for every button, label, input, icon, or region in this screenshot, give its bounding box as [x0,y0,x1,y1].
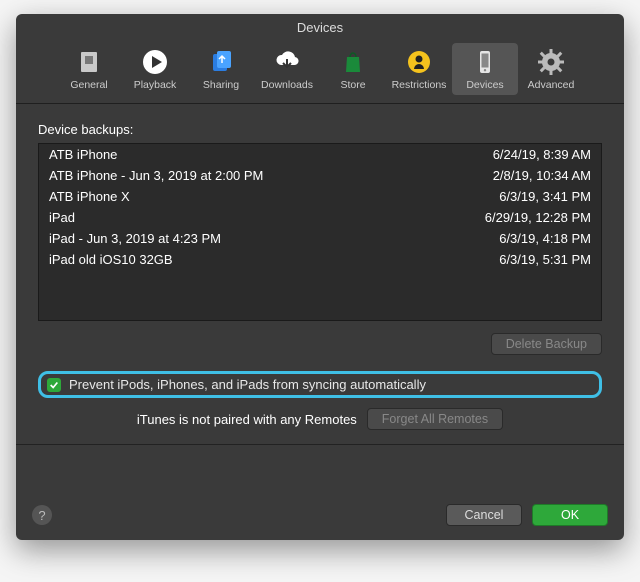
bag-icon [338,47,368,77]
table-row[interactable]: iPad old iOS10 32GB 6/3/19, 5:31 PM [39,249,601,270]
window-title: Devices [16,14,624,39]
tab-sharing[interactable]: Sharing [188,43,254,95]
toolbar-label: Sharing [203,79,239,91]
content-area: Device backups: ATB iPhone 6/24/19, 8:39… [16,104,624,494]
device-backups-label: Device backups: [38,122,602,137]
toolbar-label: Advanced [528,79,575,91]
toolbar-label: Devices [466,79,503,91]
ok-button[interactable]: OK [532,504,608,526]
footer: ? Cancel OK [16,494,624,540]
backup-date: 6/24/19, 8:39 AM [493,147,591,162]
toolbar: General Playback Sharing Downloads Store [16,39,624,104]
table-row[interactable]: ATB iPhone X 6/3/19, 3:41 PM [39,186,601,207]
help-button[interactable]: ? [32,505,52,525]
remotes-row: iTunes is not paired with any Remotes Fo… [38,408,602,430]
prevent-sync-label: Prevent iPods, iPhones, and iPads from s… [69,377,426,392]
sharing-icon [206,47,236,77]
backup-name: ATB iPhone - Jun 3, 2019 at 2:00 PM [49,168,263,183]
prevent-sync-row[interactable]: Prevent iPods, iPhones, and iPads from s… [38,371,602,398]
backup-name: iPad [49,210,75,225]
cloud-download-icon [272,47,302,77]
backup-date: 6/29/19, 12:28 PM [485,210,591,225]
backup-date: 6/3/19, 4:18 PM [499,231,591,246]
tab-general[interactable]: General [56,43,122,95]
backup-date: 6/3/19, 3:41 PM [499,189,591,204]
restrictions-icon [404,47,434,77]
backups-list[interactable]: ATB iPhone 6/24/19, 8:39 AM ATB iPhone -… [38,143,602,321]
general-icon [74,47,104,77]
cancel-button[interactable]: Cancel [446,504,522,526]
table-row[interactable]: iPad - Jun 3, 2019 at 4:23 PM 6/3/19, 4:… [39,228,601,249]
toolbar-label: Playback [134,79,177,91]
table-row[interactable]: ATB iPhone 6/24/19, 8:39 AM [39,144,601,165]
divider [16,444,624,445]
toolbar-label: Restrictions [392,79,447,91]
table-row[interactable]: iPad 6/29/19, 12:28 PM [39,207,601,228]
toolbar-label: Store [340,79,365,91]
toolbar-label: Downloads [261,79,313,91]
device-icon [470,47,500,77]
gear-icon [536,47,566,77]
toolbar-label: General [70,79,107,91]
table-row[interactable]: ATB iPhone - Jun 3, 2019 at 2:00 PM 2/8/… [39,165,601,186]
remotes-status: iTunes is not paired with any Remotes [137,412,357,427]
backup-name: ATB iPhone X [49,189,130,204]
backup-date: 6/3/19, 5:31 PM [499,252,591,267]
tab-downloads[interactable]: Downloads [254,43,320,95]
backup-date: 2/8/19, 10:34 AM [493,168,591,183]
delete-backup-button[interactable]: Delete Backup [491,333,602,355]
tab-restrictions[interactable]: Restrictions [386,43,452,95]
play-icon [140,47,170,77]
tab-devices[interactable]: Devices [452,43,518,95]
forget-remotes-button[interactable]: Forget All Remotes [367,408,503,430]
preferences-window: Devices General Playback Sharing Downloa… [16,14,624,540]
backup-name: iPad old iOS10 32GB [49,252,173,267]
backup-name: ATB iPhone [49,147,117,162]
tab-playback[interactable]: Playback [122,43,188,95]
prevent-sync-checkbox[interactable] [47,378,61,392]
tab-store[interactable]: Store [320,43,386,95]
tab-advanced[interactable]: Advanced [518,43,584,95]
backup-name: iPad - Jun 3, 2019 at 4:23 PM [49,231,221,246]
